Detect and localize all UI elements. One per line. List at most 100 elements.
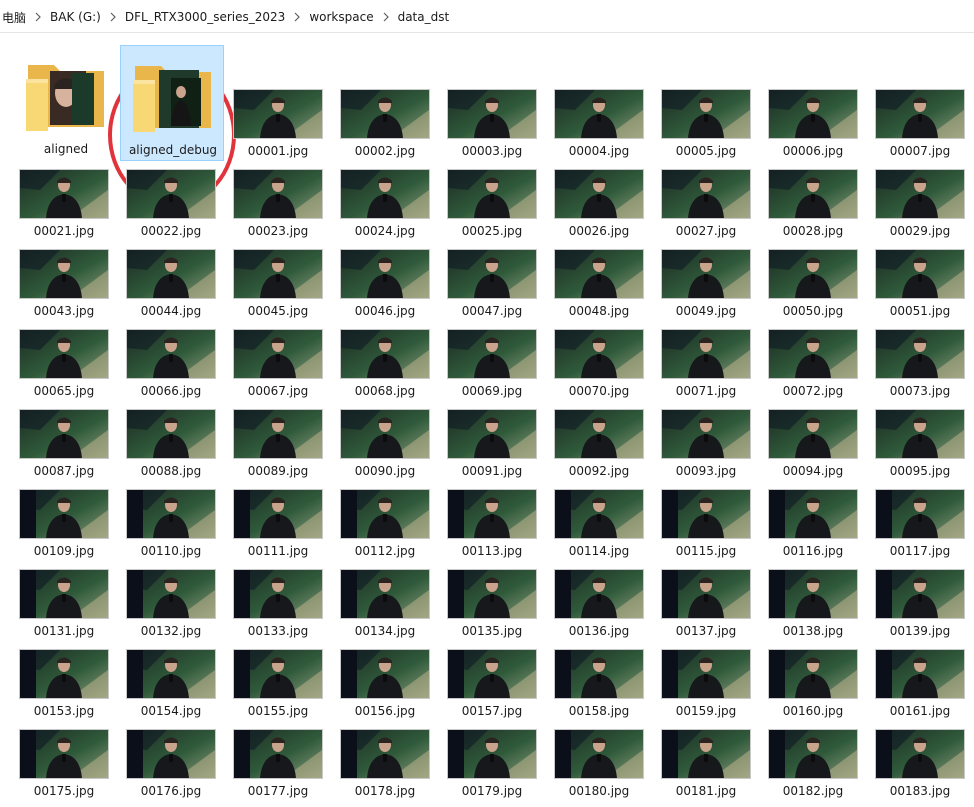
folder-aligned[interactable]: aligned [14, 45, 118, 161]
file-item[interactable]: 00181.jpg [661, 729, 761, 805]
file-item[interactable]: 00044.jpg [126, 249, 226, 325]
file-item[interactable]: 00091.jpg [447, 409, 547, 485]
file-item[interactable]: 00067.jpg [233, 329, 333, 405]
file-item[interactable]: 00138.jpg [768, 569, 868, 645]
file-item[interactable]: 00180.jpg [554, 729, 654, 805]
file-item[interactable]: 00022.jpg [126, 169, 226, 245]
breadcrumb-item[interactable]: data_dst [396, 10, 452, 24]
file-item[interactable]: 00047.jpg [447, 249, 547, 325]
file-item[interactable]: 00132.jpg [126, 569, 226, 645]
chevron-right-icon[interactable] [376, 8, 396, 26]
breadcrumb-item[interactable]: BAK (G:) [48, 10, 103, 24]
file-name: 00091.jpg [461, 464, 523, 478]
image-thumbnail-icon [126, 569, 216, 619]
file-item[interactable]: 00092.jpg [554, 409, 654, 485]
file-item[interactable]: 00131.jpg [19, 569, 119, 645]
chevron-right-icon[interactable] [103, 8, 123, 26]
file-item[interactable]: 00139.jpg [875, 569, 974, 645]
file-item[interactable]: 00176.jpg [126, 729, 226, 805]
breadcrumb-item[interactable]: workspace [307, 10, 375, 24]
file-item[interactable]: 00179.jpg [447, 729, 547, 805]
breadcrumb-item[interactable]: 电脑 [0, 9, 28, 26]
file-item[interactable]: 00094.jpg [768, 409, 868, 485]
file-item[interactable]: 00089.jpg [233, 409, 333, 485]
file-item[interactable]: 00183.jpg [875, 729, 974, 805]
file-item[interactable]: 00024.jpg [340, 169, 440, 245]
file-item[interactable]: 00115.jpg [661, 489, 761, 565]
file-item[interactable]: 00156.jpg [340, 649, 440, 725]
file-name: 00029.jpg [889, 224, 951, 238]
file-item[interactable]: 00023.jpg [233, 169, 333, 245]
file-name: 00135.jpg [461, 624, 523, 638]
image-thumbnail-icon [233, 409, 323, 459]
file-item[interactable]: 00160.jpg [768, 649, 868, 725]
file-item[interactable]: 00111.jpg [233, 489, 333, 565]
file-item[interactable]: 00175.jpg [19, 729, 119, 805]
file-item[interactable]: 00113.jpg [447, 489, 547, 565]
file-item[interactable]: 00001.jpg [233, 89, 333, 165]
file-item[interactable]: 00178.jpg [340, 729, 440, 805]
file-item[interactable]: 00066.jpg [126, 329, 226, 405]
file-name: 00138.jpg [782, 624, 844, 638]
file-item[interactable]: 00114.jpg [554, 489, 654, 565]
file-item[interactable]: 00004.jpg [554, 89, 654, 165]
file-item[interactable]: 00073.jpg [875, 329, 974, 405]
breadcrumb-item[interactable]: DFL_RTX3000_series_2023 [123, 10, 287, 24]
chevron-right-icon[interactable] [287, 8, 307, 26]
folder-aligned-debug[interactable]: aligned_debug [120, 45, 224, 161]
file-item[interactable]: 00177.jpg [233, 729, 333, 805]
file-item[interactable]: 00025.jpg [447, 169, 547, 245]
file-item[interactable]: 00088.jpg [126, 409, 226, 485]
file-item[interactable]: 00065.jpg [19, 329, 119, 405]
file-item[interactable]: 00007.jpg [875, 89, 974, 165]
file-item[interactable]: 00109.jpg [19, 489, 119, 565]
file-item[interactable]: 00027.jpg [661, 169, 761, 245]
file-item[interactable]: 00070.jpg [554, 329, 654, 405]
file-item[interactable]: 00157.jpg [447, 649, 547, 725]
file-item[interactable]: 00069.jpg [447, 329, 547, 405]
chevron-right-icon[interactable] [28, 8, 48, 26]
file-item[interactable]: 00005.jpg [661, 89, 761, 165]
file-item[interactable]: 00095.jpg [875, 409, 974, 485]
file-name: 00073.jpg [889, 384, 951, 398]
file-item[interactable]: 00134.jpg [340, 569, 440, 645]
file-item[interactable]: 00116.jpg [768, 489, 868, 565]
file-item[interactable]: 00026.jpg [554, 169, 654, 245]
file-item[interactable]: 00071.jpg [661, 329, 761, 405]
file-item[interactable]: 00045.jpg [233, 249, 333, 325]
file-item[interactable]: 00068.jpg [340, 329, 440, 405]
file-item[interactable]: 00049.jpg [661, 249, 761, 325]
file-item[interactable]: 00050.jpg [768, 249, 868, 325]
file-item[interactable]: 00003.jpg [447, 89, 547, 165]
file-item[interactable]: 00072.jpg [768, 329, 868, 405]
image-thumbnail-icon [126, 249, 216, 299]
file-item[interactable]: 00043.jpg [19, 249, 119, 325]
file-item[interactable]: 00182.jpg [768, 729, 868, 805]
file-item[interactable]: 00029.jpg [875, 169, 974, 245]
file-item[interactable]: 00153.jpg [19, 649, 119, 725]
file-item[interactable]: 00046.jpg [340, 249, 440, 325]
file-item[interactable]: 00087.jpg [19, 409, 119, 485]
file-item[interactable]: 00110.jpg [126, 489, 226, 565]
file-item[interactable]: 00002.jpg [340, 89, 440, 165]
file-item[interactable]: 00112.jpg [340, 489, 440, 565]
file-item[interactable]: 00093.jpg [661, 409, 761, 485]
file-item[interactable]: 00048.jpg [554, 249, 654, 325]
file-item[interactable]: 00158.jpg [554, 649, 654, 725]
file-item[interactable]: 00155.jpg [233, 649, 333, 725]
file-item[interactable]: 00161.jpg [875, 649, 974, 725]
file-item[interactable]: 00133.jpg [233, 569, 333, 645]
file-item[interactable]: 00090.jpg [340, 409, 440, 485]
file-item[interactable]: 00006.jpg [768, 89, 868, 165]
file-item[interactable]: 00028.jpg [768, 169, 868, 245]
file-item[interactable]: 00021.jpg [19, 169, 119, 245]
file-item[interactable]: 00051.jpg [875, 249, 974, 325]
file-item[interactable]: 00159.jpg [661, 649, 761, 725]
breadcrumb-item-label: data_dst [397, 10, 450, 24]
file-item[interactable]: 00117.jpg [875, 489, 974, 565]
file-item[interactable]: 00136.jpg [554, 569, 654, 645]
file-item[interactable]: 00137.jpg [661, 569, 761, 645]
address-bar[interactable]: 电脑 BAK (G:) DFL_RTX3000_series_2023 workspa… [0, 0, 974, 33]
file-item[interactable]: 00154.jpg [126, 649, 226, 725]
file-item[interactable]: 00135.jpg [447, 569, 547, 645]
